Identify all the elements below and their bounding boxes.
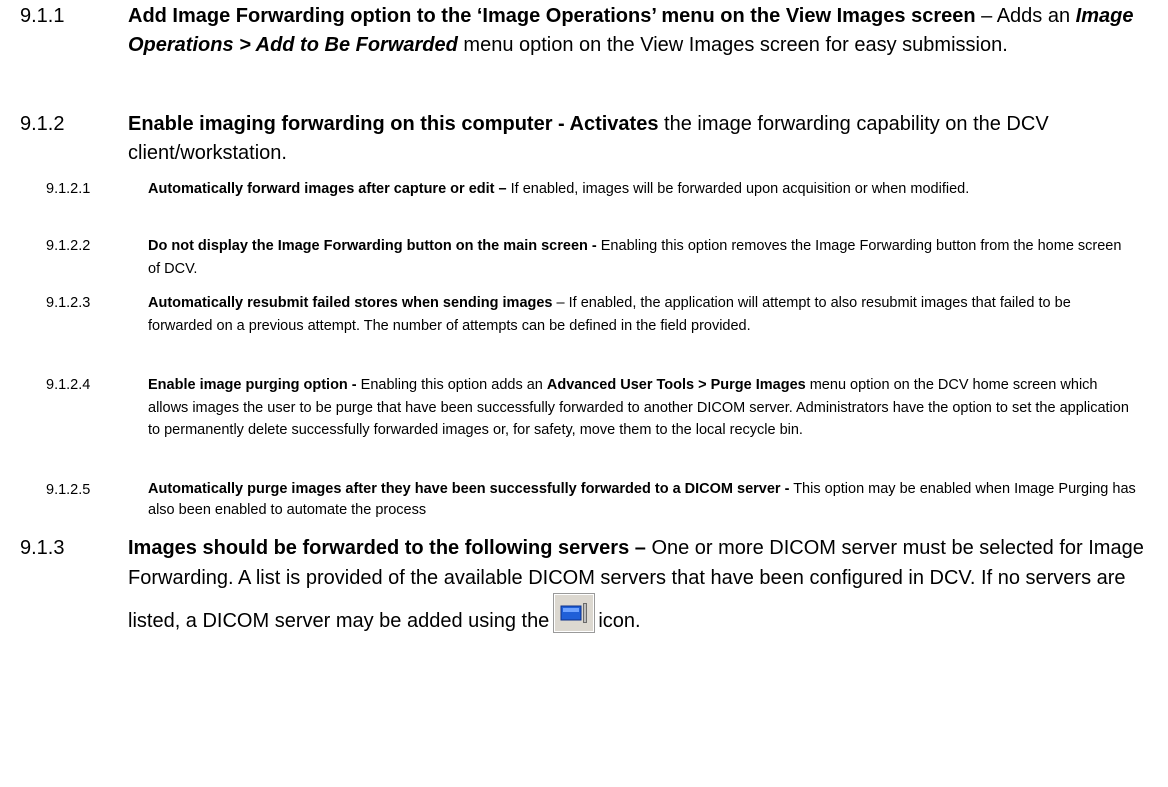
subsection-number: 9.1.2.5 <box>46 482 91 498</box>
menu-path-emphasis: Advanced User Tools > Purge Images <box>546 377 806 393</box>
section-separator: – Adds an <box>975 5 1076 27</box>
subsection-number: 9.1.2.3 <box>46 295 91 311</box>
section-description: menu option on the View Images screen fo… <box>457 34 1008 56</box>
subsection-9-1-2-3: 9.1.2.3 Automatically resubmit failed st… <box>46 292 1136 337</box>
subsection-9-1-2-5: 9.1.2.5 Automatically purge images after… <box>46 479 1136 521</box>
subsection-text: Automatically resubmit failed stores whe… <box>148 292 1136 337</box>
subsection-9-1-2-1: 9.1.2.1 Automatically forward images aft… <box>46 178 1136 201</box>
subsection-number: 9.1.2.4 <box>46 377 91 393</box>
subsection-title: Automatically purge images after they ha… <box>148 481 790 497</box>
subsection-description: If enabled, images will be forwarded upo… <box>506 181 970 197</box>
section-text: Images should be forwarded to the follow… <box>128 534 1150 637</box>
dicom-server-add-icon <box>553 593 596 633</box>
subsection-title: Enable image purging option - <box>148 377 357 393</box>
section-9-1-1: 9.1.1 Add Image Forwarding option to the… <box>20 2 1150 60</box>
subsection-description: Enabling this option adds an <box>356 377 547 393</box>
subsection-title: Automatically resubmit failed stores whe… <box>148 295 553 311</box>
subsection-9-1-2-2: 9.1.2.2 Do not display the Image Forward… <box>46 235 1136 280</box>
subsection-text: Do not display the Image Forwarding butt… <box>148 235 1136 280</box>
subsection-text: Enable image purging option - Enabling t… <box>148 374 1136 442</box>
subsection-9-1-2-4: 9.1.2.4 Enable image purging option - En… <box>46 374 1136 442</box>
subsection-text: Automatically forward images after captu… <box>148 178 1136 201</box>
section-9-1-3: 9.1.3 Images should be forwarded to the … <box>20 534 1150 637</box>
section-title: Images should be forwarded to the follow… <box>128 537 646 559</box>
section-number: 9.1.1 <box>20 5 65 27</box>
section-title: Enable imaging forwarding on this comput… <box>128 113 659 135</box>
subsection-text: Automatically purge images after they ha… <box>148 479 1136 521</box>
section-number: 9.1.3 <box>20 537 65 559</box>
subsection-title: Do not display the Image Forwarding butt… <box>148 238 597 254</box>
section-text: Enable imaging forwarding on this comput… <box>128 110 1150 168</box>
section-number: 9.1.2 <box>20 113 65 135</box>
subsection-number: 9.1.2.1 <box>46 181 91 197</box>
section-title: Add Image Forwarding option to the ‘Imag… <box>128 5 976 27</box>
section-description-end: icon. <box>598 610 641 632</box>
subsection-title: Automatically forward images after captu… <box>148 181 507 197</box>
subsection-number: 9.1.2.2 <box>46 238 91 254</box>
section-9-1-2: 9.1.2 Enable imaging forwarding on this … <box>20 110 1150 168</box>
section-text: Add Image Forwarding option to the ‘Imag… <box>128 2 1150 60</box>
